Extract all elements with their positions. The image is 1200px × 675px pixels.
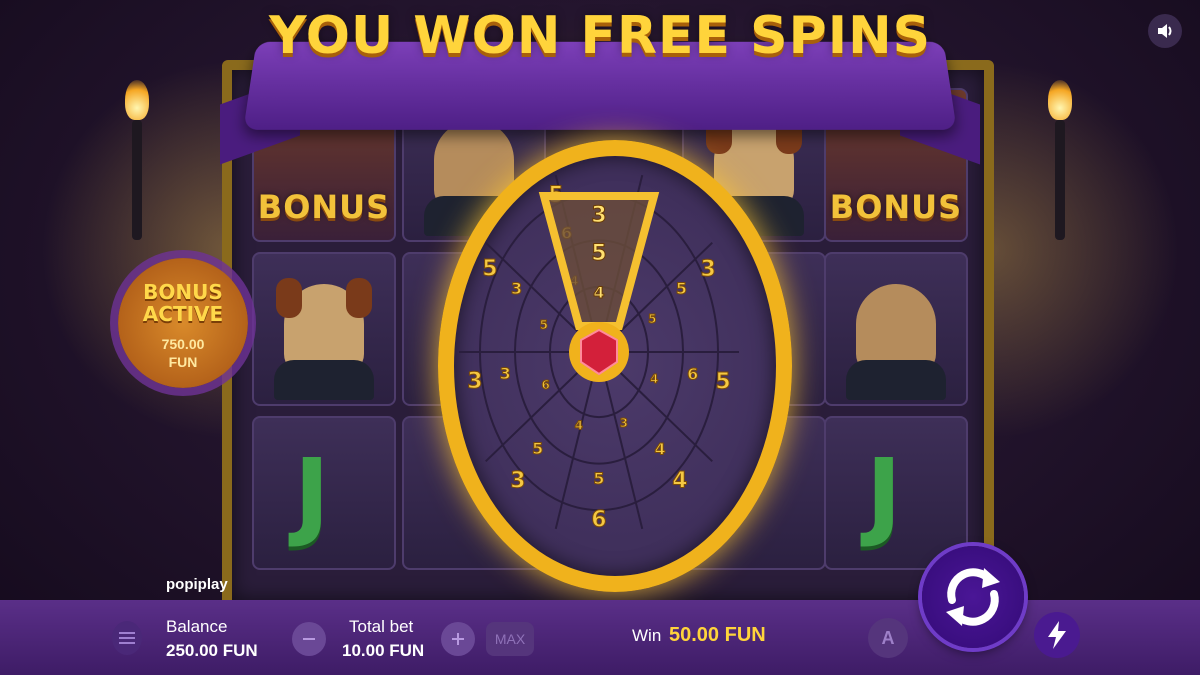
torch-left-icon <box>122 80 152 240</box>
total-bet-value: 10.00 FUN <box>342 641 425 660</box>
wheel-segment-number: 5 <box>482 256 497 281</box>
reel-cell-letter: J <box>252 416 396 570</box>
reel-cell-dog <box>252 252 396 406</box>
pointer-value: 4 <box>593 283 604 302</box>
wheel-segment-number: 4 <box>655 439 666 458</box>
pug-dog-icon <box>846 284 946 400</box>
speaker-icon <box>1158 24 1172 38</box>
minus-icon <box>303 638 315 640</box>
wheel-segment-number: 4 <box>575 418 583 432</box>
wheel-segment-number: 5 <box>648 312 656 326</box>
turbo-button[interactable] <box>1034 612 1080 658</box>
letter-j-symbol: J <box>294 438 330 550</box>
wheel-segment-number: 4 <box>650 372 658 386</box>
jack-russell-dog-icon <box>274 278 374 400</box>
decrease-bet-button[interactable] <box>292 622 326 656</box>
wheel-segment-number: 6 <box>591 508 606 533</box>
bonus-symbol-label: BONUS <box>829 188 963 226</box>
spin-button[interactable] <box>922 546 1024 648</box>
wheel-segment-number: 6 <box>687 364 698 383</box>
letter-j-symbol: J <box>866 438 902 550</box>
wheel-segment-number: 5 <box>593 469 604 488</box>
wheel-segment-number: 3 <box>511 279 522 298</box>
spin-arrows-icon <box>946 568 1000 626</box>
wheel-segment-number: 5 <box>532 439 543 458</box>
wheel-segment-number: 5 <box>715 370 730 395</box>
pointer-value: 5 <box>591 241 606 266</box>
wheel-segment-number: 4 <box>672 469 687 494</box>
balance-value: 250.00 FUN <box>166 641 258 660</box>
wheel-segment-number: 6 <box>542 378 550 392</box>
balance-label: Balance <box>166 617 228 636</box>
win-value: 50.00 FUN <box>669 624 766 646</box>
max-bet-button[interactable]: MAX <box>486 622 534 656</box>
fortune-wheel: 54346545645533635463355 3 5 4 <box>459 174 739 533</box>
sound-button[interactable] <box>1148 14 1182 48</box>
brand-logo: popiplay <box>166 576 228 593</box>
menu-button[interactable] <box>112 621 142 655</box>
wheel-segment-number: 5 <box>676 279 687 298</box>
badge-line1: BONUS <box>143 280 223 304</box>
wheel-segment-number: 3 <box>467 369 482 394</box>
wheel-segment-number: 3 <box>500 364 511 383</box>
banner-title: YOU WON FREE SPINS <box>268 6 932 66</box>
wheel-segment-number: 5 <box>540 318 548 332</box>
wheel-segment-number: 3 <box>701 257 716 282</box>
wheel-segment-number: 3 <box>620 416 628 430</box>
torch-right-icon <box>1045 80 1075 240</box>
plus-icon <box>452 633 464 645</box>
increase-bet-button[interactable] <box>441 622 475 656</box>
pointer-value: 3 <box>591 203 606 228</box>
bonus-active-badge: BONUS ACTIVE 750.00 FUN <box>118 258 248 388</box>
autoplay-button[interactable]: A <box>868 618 908 658</box>
total-bet-label: Total bet <box>349 617 414 636</box>
reel-cell-letter: J <box>824 416 968 570</box>
reel-cell-pug <box>824 252 968 406</box>
game-scene: BONUS J BONUS J YOU WON FREE SPINS BONUS… <box>0 0 1200 610</box>
lightning-icon <box>1048 621 1066 649</box>
menu-icon <box>119 632 135 644</box>
wheel-segment-number: 3 <box>510 468 525 493</box>
badge-amount: 750.00 <box>161 336 205 352</box>
bonus-symbol-label: BONUS <box>257 188 391 226</box>
badge-currency: FUN <box>168 354 198 370</box>
win-label: Win <box>632 626 662 645</box>
badge-line2: ACTIVE <box>142 302 224 326</box>
